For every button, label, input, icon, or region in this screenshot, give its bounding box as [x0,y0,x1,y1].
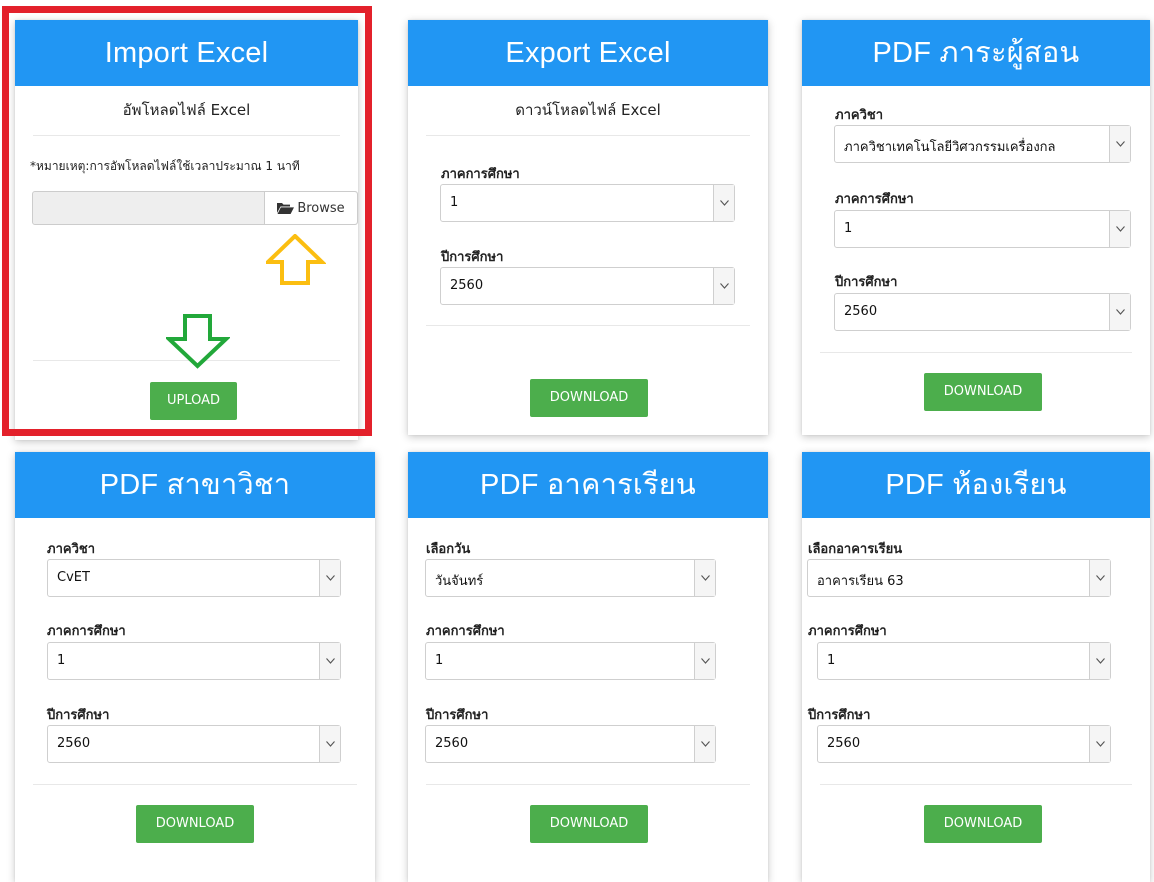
semester-value: 1 [827,653,836,668]
chevron-down-icon [1089,643,1110,679]
card-title: PDF สาขาวิชา [15,452,375,518]
building-select[interactable]: อาคารเรียน 63 [807,559,1111,597]
card-title: Import Excel [15,20,358,86]
chevron-down-icon [694,643,715,679]
upload-button[interactable]: UPLOAD [150,382,237,420]
department-value: CvET [57,570,90,585]
semester-select[interactable]: 1 [817,642,1111,680]
chevron-down-icon [319,726,340,762]
year-select[interactable]: 2560 [817,725,1111,763]
chevron-down-icon [694,726,715,762]
department-value: ภาควิชาเทคโนโลยีวิศวกรรมเครื่องกล [844,140,1056,155]
divider [820,352,1132,353]
semester-select[interactable]: 1 [425,642,716,680]
card-title: Export Excel [408,20,768,86]
arrow-down-icon [166,314,230,369]
chevron-down-icon [1109,294,1130,330]
semester-value: 1 [435,653,444,668]
download-button[interactable]: DOWNLOAD [924,805,1042,843]
department-select[interactable]: ภาควิชาเทคโนโลยีวิศวกรรมเครื่องกล [834,125,1131,163]
building-value: อาคารเรียน 63 [817,574,904,589]
year-label: ปีการศึกษา [426,708,489,723]
folder-open-icon [277,202,295,214]
semester-label: ภาคการศึกษา [835,192,914,207]
download-button[interactable]: DOWNLOAD [136,805,254,843]
year-select[interactable]: 2560 [440,267,735,305]
year-value: 2560 [57,736,91,751]
divider [820,784,1132,785]
card-title: PDF ห้องเรียน [802,452,1150,518]
year-label: ปีการศึกษา [441,250,504,265]
upload-note: *หมายเหตุ:การอัพโหลดไฟล์ใช้เวลาประมาณ 1 … [30,159,300,173]
chevron-down-icon [1109,211,1130,247]
year-label: ปีการศึกษา [47,708,110,723]
year-value: 2560 [827,736,861,751]
chevron-down-icon [694,560,715,596]
semester-label: ภาคการศึกษา [47,624,126,639]
pdf-major-card: PDF สาขาวิชา ภาควิชา CvET ภาคการศึกษา 1 … [15,452,375,882]
chevron-down-icon [1089,726,1110,762]
arrow-up-icon [266,234,326,285]
day-label: เลือกวัน [426,542,471,557]
chevron-down-icon [713,268,734,304]
card-subtitle: อัพโหลดไฟล์ Excel [122,101,251,119]
building-label: เลือกอาคารเรียน [808,542,903,557]
semester-label: ภาคการศึกษา [441,167,520,182]
semester-label: ภาคการศึกษา [808,624,887,639]
download-button[interactable]: DOWNLOAD [530,805,648,843]
year-select[interactable]: 2560 [425,725,716,763]
card-title: PDF ภาระผู้สอน [802,20,1150,86]
download-button[interactable]: DOWNLOAD [924,373,1042,411]
semester-value: 1 [57,653,66,668]
chevron-down-icon [319,560,340,596]
chevron-down-icon [319,643,340,679]
chevron-down-icon [1109,126,1130,162]
year-value: 2560 [844,304,878,319]
card-subtitle: ดาวน์โหลดไฟล์ Excel [515,101,661,119]
year-value: 2560 [435,736,469,751]
export-excel-card: Export Excel ดาวน์โหลดไฟล์ Excel ภาคการศ… [408,20,768,435]
year-value: 2560 [450,278,484,293]
divider [426,784,750,785]
year-label: ปีการศึกษา [808,708,871,723]
semester-value: 1 [450,195,459,210]
download-button[interactable]: DOWNLOAD [530,379,648,417]
pdf-teaching-load-card: PDF ภาระผู้สอน ภาควิชา ภาควิชาเทคโนโลยีว… [802,20,1150,435]
pdf-classroom-card: PDF ห้องเรียน เลือกอาคารเรียน อาคารเรียน… [802,452,1150,882]
divider [426,135,750,136]
card-title: PDF อาคารเรียน [408,452,768,518]
file-path-input[interactable]: Browse [32,191,358,225]
day-value: วันจันทร์ [435,574,484,589]
import-excel-card: Import Excel อัพโหลดไฟล์ Excel *หมายเหตุ… [15,20,358,440]
department-label: ภาควิชา [47,542,95,557]
semester-value: 1 [844,221,853,236]
year-label: ปีการศึกษา [835,275,898,290]
browse-label: Browse [297,200,345,216]
department-label: ภาควิชา [835,108,883,123]
department-select[interactable]: CvET [47,559,341,597]
chevron-down-icon [1089,560,1110,596]
semester-select[interactable]: 1 [834,210,1131,248]
year-select[interactable]: 2560 [834,293,1131,331]
divider [426,325,750,326]
semester-select[interactable]: 1 [440,184,735,222]
year-select[interactable]: 2560 [47,725,341,763]
divider [33,784,357,785]
day-select[interactable]: วันจันทร์ [425,559,716,597]
browse-button[interactable]: Browse [264,192,357,224]
divider [33,135,340,136]
pdf-building-card: PDF อาคารเรียน เลือกวัน วันจันทร์ ภาคการ… [408,452,768,882]
semester-select[interactable]: 1 [47,642,341,680]
semester-label: ภาคการศึกษา [426,624,505,639]
chevron-down-icon [713,185,734,221]
